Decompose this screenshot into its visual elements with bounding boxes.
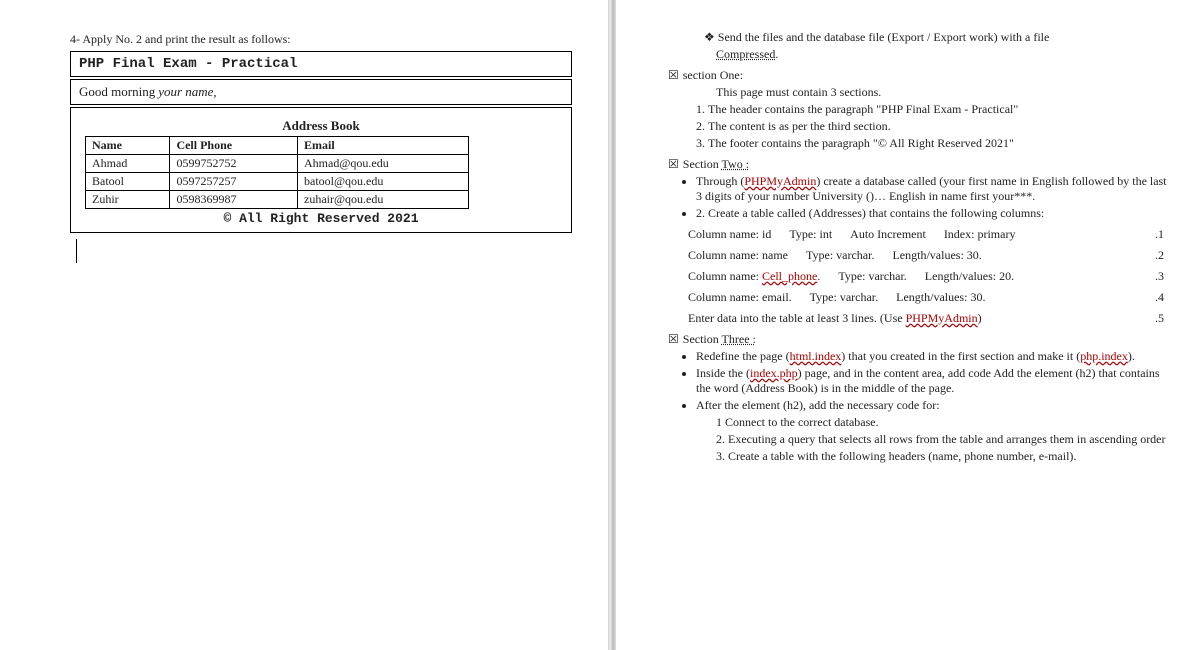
col-row: Column name: id Type: int Auto Increment… [688,227,1170,242]
greeting-box: Good morning your name, [70,79,572,105]
section-one-list: The header contains the paragraph "PHP F… [708,102,1170,151]
result-box: Address Book Name Cell Phone Email Ahmad… [70,107,572,233]
title-box: PHP Final Exam - Practical [70,51,572,77]
list-item: 1 Connect to the correct database. [716,415,1170,430]
column-specs: Column name: id Type: int Auto Increment… [688,227,1170,326]
greeting-suffix: , [213,85,216,99]
checkbox-icon: ☒ [668,157,679,171]
section-three-label: ☒Section Three : [668,332,1170,347]
col-row: Column name: name Type: varchar. Length/… [688,248,1170,263]
table-row: Batool 0597257257 batool@qou.edu [86,173,469,191]
enter-data-row: Enter data into the table at least 3 lin… [688,311,1170,326]
section-two-label: ☒Section Two : [668,157,1170,172]
apply-instruction: 4- Apply No. 2 and print the result as f… [70,32,572,47]
col-phone: Cell Phone [170,137,298,155]
col-row: Column name: Cell_phone. Type: varchar. … [688,269,1170,284]
section-three-sublist: 1 Connect to the correct database. 2. Ex… [716,415,1170,464]
address-book-title: Address Book [75,118,567,134]
table-row: Ahmad 0599752752 Ahmad@qou.edu [86,155,469,173]
list-item: The header contains the paragraph "PHP F… [708,102,1170,117]
address-table: Name Cell Phone Email Ahmad 0599752752 A… [85,136,469,209]
text-cursor [76,239,77,263]
page-divider [608,0,616,650]
checkbox-icon: ☒ [668,68,679,82]
section-three-list: Redefine the page (html.index) that you … [696,349,1170,413]
list-item: After the element (h2), add the necessar… [696,398,1170,413]
list-item: 3. Create a table with the following hea… [716,449,1170,464]
col-row: Column name: email. Type: varchar. Lengt… [688,290,1170,305]
greeting-var: your name [158,84,213,99]
checkbox-icon: ☒ [668,332,679,346]
list-item: Inside the (index.php) page, and in the … [696,366,1170,396]
section-one-label: ☒section One: [668,68,1170,83]
section-two-list: Through (PHPMyAdmin) create a database c… [696,174,1170,221]
list-item: 2. Executing a query that selects all ro… [716,432,1170,447]
section-one-sub: This page must contain 3 sections. [716,85,1170,100]
send-files-line: Send the files and the database file (Ex… [704,30,1170,45]
list-item: The footer contains the paragraph "© All… [708,136,1170,151]
left-page: 4- Apply No. 2 and print the result as f… [0,0,608,650]
footer-line: © All Right Reserved 2021 [75,211,567,226]
table-row: Zuhir 0598369987 zuhair@qou.edu [86,191,469,209]
compressed-line: Compressed. [716,47,1170,62]
list-item: 2. Create a table called (Addresses) tha… [696,206,1170,221]
list-item: Through (PHPMyAdmin) create a database c… [696,174,1170,204]
list-item: Redefine the page (html.index) that you … [696,349,1170,364]
col-email: Email [298,137,469,155]
greeting-prefix: Good morning [79,84,155,99]
right-page: Send the files and the database file (Ex… [616,0,1200,650]
table-header-row: Name Cell Phone Email [86,137,469,155]
col-name: Name [86,137,170,155]
list-item: The content is as per the third section. [708,119,1170,134]
